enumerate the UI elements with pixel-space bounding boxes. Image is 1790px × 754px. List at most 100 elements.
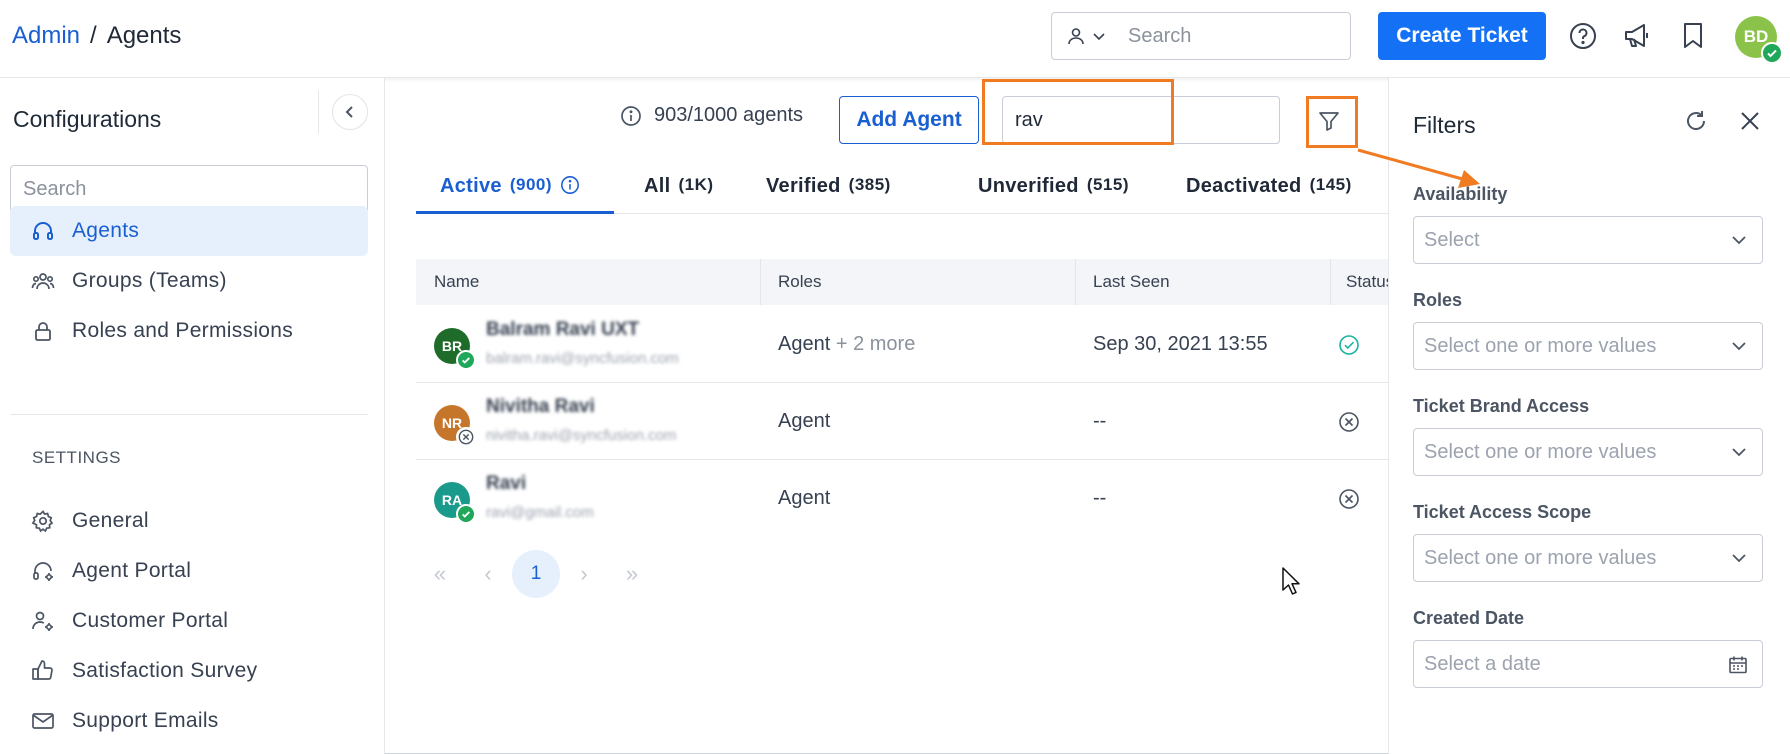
sidebar-item-customer-portal[interactable]: Customer Portal xyxy=(10,596,368,646)
search-highlight-box xyxy=(982,79,1174,145)
avatar: NR xyxy=(434,405,476,447)
table-row[interactable]: RA Ravi ravi@gmail.com Agent -- xyxy=(416,460,1388,537)
info-icon[interactable] xyxy=(560,175,580,195)
sidebar-divider xyxy=(10,414,368,415)
roles-select[interactable]: Select one or more values xyxy=(1413,322,1763,370)
first-page-button[interactable]: « xyxy=(416,550,464,598)
filters-title: Filters xyxy=(1413,112,1476,138)
calendar-icon[interactable] xyxy=(1728,655,1748,675)
user-avatar[interactable]: BD xyxy=(1735,16,1783,64)
x-circle-icon xyxy=(1339,488,1359,509)
sidebar-item-label: Agents xyxy=(72,219,140,242)
sidebar-title: Configurations xyxy=(13,106,162,132)
sidebar-item-roles-permissions[interactable]: Roles and Permissions xyxy=(10,306,368,356)
table-row[interactable]: BR Balram Ravi UXT balram.ravi@syncfusio… xyxy=(416,306,1388,383)
column-header-status[interactable]: Status xyxy=(1330,259,1388,305)
close-icon xyxy=(1741,112,1759,130)
agents-main: 903/1000 agents Add Agent rav Active (90… xyxy=(386,78,1388,754)
mouse-cursor-icon xyxy=(1282,567,1300,595)
name-cell: BR Balram Ravi UXT balram.ravi@syncfusio… xyxy=(416,306,760,383)
reset-filters-button[interactable] xyxy=(1681,106,1711,136)
refresh-icon xyxy=(1687,111,1705,130)
created-date-placeholder: Select a date xyxy=(1424,652,1541,675)
brand-access-label: Ticket Brand Access xyxy=(1413,396,1590,416)
close-filters-button[interactable] xyxy=(1735,106,1765,136)
headset-gear-icon xyxy=(30,558,56,584)
sidebar-collapse-button[interactable] xyxy=(332,94,368,130)
bookmarks-button[interactable] xyxy=(1677,20,1709,52)
sidebar-item-groups[interactable]: Groups (Teams) xyxy=(10,256,368,306)
settings-section-label: SETTINGS xyxy=(32,448,122,467)
top-header: Admin / Agents Search Create Ticket BD xyxy=(0,0,1790,78)
brand-access-placeholder: Select one or more values xyxy=(1424,440,1657,463)
sidebar-item-general[interactable]: General xyxy=(10,496,368,546)
column-header-last-seen[interactable]: Last Seen xyxy=(1075,259,1170,305)
agent-name[interactable]: Balram Ravi UXT xyxy=(486,319,639,341)
users-icon xyxy=(30,268,56,294)
global-search-placeholder: Search xyxy=(1128,24,1192,47)
tab-deactivated[interactable]: Deactivated (145) xyxy=(1186,161,1352,214)
agent-email: nivitha.ravi@syncfusion.com xyxy=(486,427,677,444)
agent-name[interactable]: Ravi xyxy=(486,473,526,495)
brand-access-select[interactable]: Select one or more values xyxy=(1413,428,1763,476)
configurations-sidebar: Configurations Search Agents Groups (Tea… xyxy=(0,78,385,754)
column-header-name[interactable]: Name xyxy=(416,259,479,305)
sidebar-item-support-emails[interactable]: Support Emails xyxy=(10,696,368,746)
tab-count: (385) xyxy=(848,175,891,194)
sidebar-item-label: General xyxy=(72,509,149,532)
help-button[interactable] xyxy=(1567,20,1599,52)
avatar: RA xyxy=(434,482,476,524)
tab-verified[interactable]: Verified (385) xyxy=(766,161,891,214)
online-status-badge xyxy=(1761,42,1783,64)
global-search-input[interactable]: Search xyxy=(1051,12,1351,60)
availability-select[interactable]: Select xyxy=(1413,216,1763,264)
chevron-down-icon xyxy=(1732,342,1746,351)
availability-placeholder: Select xyxy=(1424,228,1480,251)
tab-label: Active xyxy=(440,175,502,197)
sidebar-item-label: Satisfaction Survey xyxy=(72,659,258,682)
prev-page-button[interactable]: ‹ xyxy=(464,550,512,598)
sidebar-item-agent-portal[interactable]: Agent Portal xyxy=(10,546,368,596)
status-cell xyxy=(1338,383,1360,460)
tab-unverified[interactable]: Unverified (515) xyxy=(978,161,1129,214)
agent-name[interactable]: Nivitha Ravi xyxy=(486,396,595,418)
breadcrumb: Admin / Agents xyxy=(12,22,181,50)
add-agent-button[interactable]: Add Agent xyxy=(839,96,979,144)
x-circle-icon xyxy=(458,429,474,445)
verified-badge xyxy=(456,504,476,524)
chevron-left-icon xyxy=(345,106,353,118)
tab-active[interactable]: Active (900) xyxy=(416,161,614,214)
page-1-button[interactable]: 1 xyxy=(512,550,560,598)
unverified-badge xyxy=(456,427,476,447)
role-more-link[interactable]: + 2 more xyxy=(836,333,915,356)
next-page-button[interactable]: › xyxy=(560,550,608,598)
roles-placeholder: Select one or more values xyxy=(1424,334,1657,357)
status-cell xyxy=(1338,460,1360,537)
access-scope-placeholder: Select one or more values xyxy=(1424,546,1657,569)
sidebar-item-agents[interactable]: Agents xyxy=(10,206,368,256)
created-date-picker[interactable]: Select a date xyxy=(1413,640,1763,688)
last-page-button[interactable]: » xyxy=(608,550,656,598)
breadcrumb-admin-link[interactable]: Admin xyxy=(12,22,80,50)
create-ticket-button[interactable]: Create Ticket xyxy=(1378,12,1546,60)
search-scope-dropdown[interactable] xyxy=(1066,26,1128,46)
sidebar-item-label: Roles and Permissions xyxy=(72,319,294,342)
access-scope-label: Ticket Access Scope xyxy=(1413,502,1592,522)
column-header-roles[interactable]: Roles xyxy=(760,259,821,305)
avatar: BR xyxy=(434,328,476,370)
pagination: « ‹ 1 › » xyxy=(416,550,656,598)
last-seen-cell: -- xyxy=(1093,410,1107,432)
page-title: Agents xyxy=(106,22,182,49)
access-scope-select[interactable]: Select one or more values xyxy=(1413,534,1763,582)
tab-all[interactable]: All (1K) xyxy=(644,161,714,214)
roles-cell: Agent + 2 more xyxy=(778,306,915,383)
user-gear-icon xyxy=(30,608,56,634)
bookmark-icon xyxy=(1684,23,1702,48)
verified-badge xyxy=(456,350,476,370)
sidebar-item-satisfaction-survey[interactable]: Satisfaction Survey xyxy=(10,646,368,696)
roles-filter-label: Roles xyxy=(1413,290,1463,310)
status-header-label: Status xyxy=(1346,272,1388,291)
table-row[interactable]: NR Nivitha Ravi nivitha.ravi@syncfusion.… xyxy=(416,383,1388,460)
announcements-button[interactable] xyxy=(1621,20,1653,52)
tab-count: (145) xyxy=(1309,175,1352,194)
